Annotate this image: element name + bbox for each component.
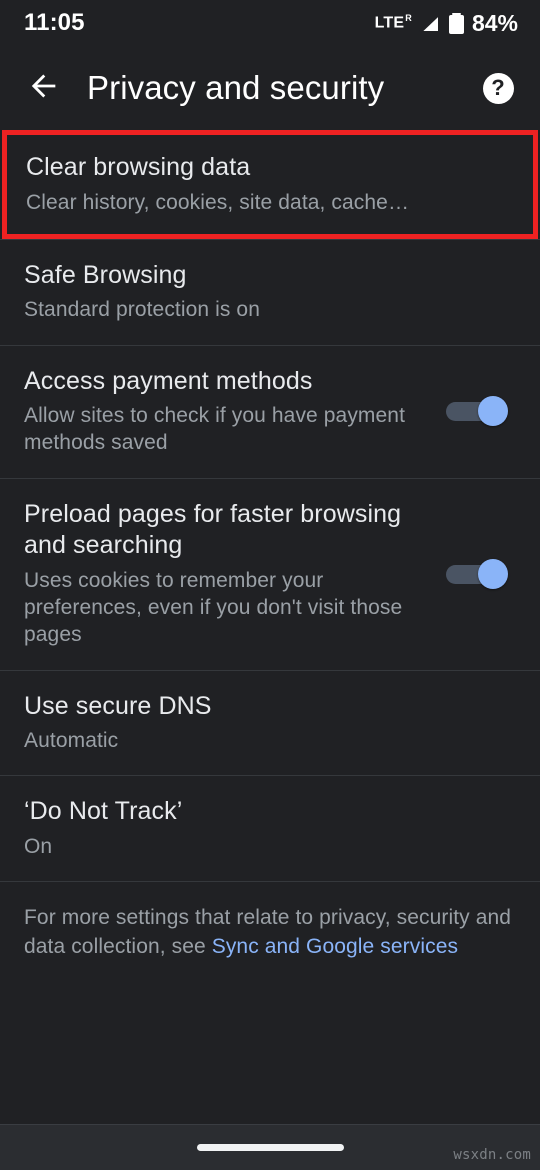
status-bar: 11:05 LTER 84% <box>0 0 540 46</box>
back-arrow-icon <box>27 69 61 108</box>
footer-note: For more settings that relate to privacy… <box>0 882 540 985</box>
help-circle-icon: ? <box>482 72 514 104</box>
sync-and-google-services-link[interactable]: Sync and Google services <box>212 935 458 958</box>
toggle-access-payment-methods[interactable] <box>446 396 508 427</box>
row-title: Safe Browsing <box>24 260 187 289</box>
row-subtitle: Standard protection is on <box>24 298 260 322</box>
setting-row-safe-browsing[interactable]: Safe Browsing Standard protection is on <box>0 240 540 345</box>
row-texts: Use secure DNS Automatic <box>24 691 516 755</box>
row-subtitle: Allow sites to check if you have payment… <box>24 404 406 455</box>
row-title: Clear browsing data <box>26 153 251 181</box>
app-bar: Privacy and security ? <box>0 46 540 130</box>
row-subtitle: Uses cookies to remember your preference… <box>24 568 403 647</box>
row-texts: Access payment methods Allow sites to ch… <box>24 366 446 457</box>
help-button[interactable]: ? <box>476 66 520 110</box>
status-time: 11:05 <box>24 9 85 36</box>
signal-bar-slash-icon <box>418 12 441 34</box>
system-navigation-bar: wsxdn.com <box>0 1124 540 1170</box>
setting-row-access-payment-methods[interactable]: Access payment methods Allow sites to ch… <box>0 346 540 478</box>
row-subtitle: On <box>24 834 53 858</box>
watermark: wsxdn.com <box>453 1147 531 1163</box>
setting-row-use-secure-dns[interactable]: Use secure DNS Automatic <box>0 671 540 776</box>
row-title: Preload pages for faster browsing and se… <box>24 499 402 560</box>
toggle-preload-pages[interactable] <box>446 558 508 589</box>
row-texts: ‘Do Not Track’ On <box>24 796 516 860</box>
settings-list: Clear browsing data Clear history, cooki… <box>0 130 540 1124</box>
row-texts: Safe Browsing Standard protection is on <box>24 260 516 324</box>
row-title: Use secure DNS <box>24 691 212 720</box>
toggle-thumb <box>478 558 508 589</box>
row-title: Access payment methods <box>24 366 313 395</box>
setting-row-clear-browsing-data[interactable]: Clear browsing data Clear history, cooki… <box>2 130 538 239</box>
toggle-thumb <box>478 396 508 427</box>
row-subtitle: Clear history, cookies, site data, cache… <box>26 190 410 214</box>
home-gesture-pill[interactable] <box>196 1144 344 1151</box>
battery-percent: 84% <box>471 9 518 36</box>
setting-row-do-not-track[interactable]: ‘Do Not Track’ On <box>0 776 540 881</box>
page-title: Privacy and security <box>87 69 385 106</box>
battery-full-icon <box>448 12 464 34</box>
phone-screen: 11:05 LTER 84% Privacy and security ? Cl… <box>0 0 540 1170</box>
row-texts: Preload pages for faster browsing and se… <box>24 499 446 649</box>
status-indicators: LTER 84% <box>375 10 518 37</box>
roaming-superscript: R <box>405 13 412 24</box>
back-button[interactable] <box>22 66 66 110</box>
row-title: ‘Do Not Track’ <box>24 797 183 826</box>
setting-row-preload-pages[interactable]: Preload pages for faster browsing and se… <box>0 479 540 670</box>
row-texts: Clear browsing data Clear history, cooki… <box>26 152 514 216</box>
row-subtitle: Automatic <box>24 729 119 753</box>
network-type-label: LTER <box>374 13 412 32</box>
